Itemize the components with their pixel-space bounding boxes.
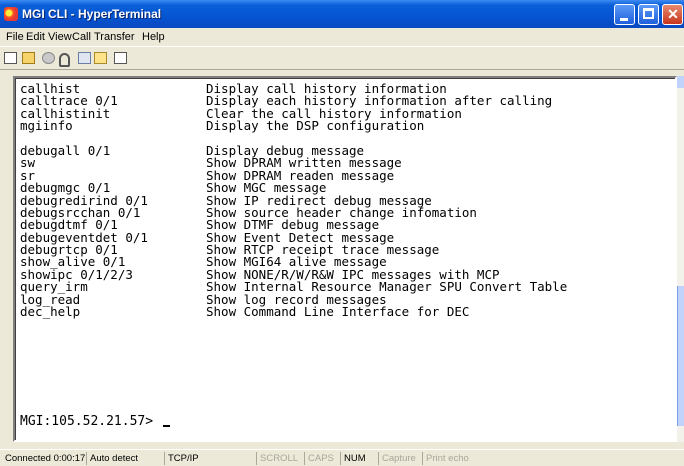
command-description: Show Command Line Interface for DEC — [206, 304, 470, 320]
command-name: mgiinfo — [20, 118, 73, 134]
status-protocol: TCP/IP — [164, 452, 202, 465]
new-connection-icon[interactable] — [4, 52, 17, 64]
dial-icon[interactable] — [56, 52, 70, 67]
open-icon[interactable] — [22, 52, 35, 64]
disconnect-icon[interactable] — [42, 52, 55, 64]
status-caps: CAPS — [304, 452, 337, 465]
command-name: dec_help — [20, 304, 81, 320]
menu-help[interactable]: Help — [142, 31, 165, 43]
vertical-scrollbar[interactable] — [677, 76, 684, 442]
prompt-text: MGI:105.52.21.57> — [20, 414, 161, 429]
toolbar — [0, 46, 684, 70]
minimize-button[interactable] — [614, 4, 635, 25]
close-icon: ✕ — [667, 6, 679, 22]
menu-edit[interactable]: Edit — [26, 31, 45, 43]
properties-icon[interactable] — [114, 52, 127, 64]
close-button[interactable]: ✕ — [662, 4, 683, 25]
status-connected: Connected 0:00:17 — [5, 453, 86, 464]
status-detect: Auto detect — [86, 452, 141, 465]
terminal-screen[interactable]: callhist Display call history information… — [13, 76, 677, 442]
terminal-frame: callhist Display call history information… — [0, 70, 684, 447]
status-num: NUM — [340, 452, 369, 465]
command-description: Display the DSP configuration — [206, 118, 425, 134]
window-title: MGI CLI - HyperTerminal — [22, 7, 162, 21]
menu-view[interactable]: View — [48, 31, 72, 43]
text-cursor — [162, 425, 170, 427]
send-file-icon[interactable] — [78, 52, 91, 64]
menu-bar: File Edit View Call Transfer Help — [0, 28, 684, 46]
status-scroll: SCROLL — [256, 452, 301, 465]
maximize-icon — [643, 8, 654, 19]
receive-file-icon[interactable] — [94, 52, 107, 64]
scrollbar-thumb[interactable] — [677, 286, 684, 426]
command-prompt[interactable]: MGI:105.52.21.57> — [20, 414, 170, 429]
menu-file[interactable]: File — [6, 31, 24, 43]
menu-transfer[interactable]: Transfer — [94, 31, 135, 43]
title-bar[interactable]: MGI CLI - HyperTerminal ✕ — [0, 0, 684, 28]
status-bar: Connected 0:00:17 Auto detect TCP/IP SCR… — [0, 449, 684, 466]
status-capture: Capture — [378, 452, 419, 465]
menu-call[interactable]: Call — [72, 31, 91, 43]
minimize-icon — [620, 18, 628, 21]
scroll-up-arrow[interactable] — [677, 76, 684, 88]
hyperterminal-app-icon[interactable] — [4, 7, 18, 21]
status-print-echo: Print echo — [422, 452, 472, 465]
maximize-button[interactable] — [638, 4, 659, 25]
